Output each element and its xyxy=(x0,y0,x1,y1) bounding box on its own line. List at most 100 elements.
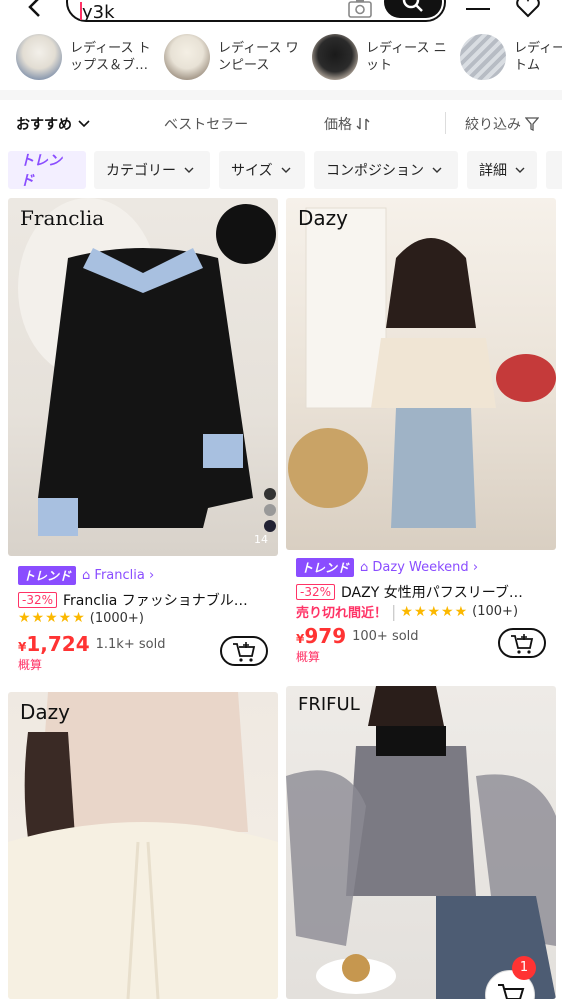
sold-count: 1.1k+ sold xyxy=(95,636,166,652)
separator xyxy=(445,112,446,134)
product-photo xyxy=(288,207,556,528)
estimate-row: 概算 xyxy=(296,648,320,665)
brand-watermark: FRIFUL xyxy=(298,694,360,715)
category-item[interactable]: レディー トム xyxy=(460,32,562,82)
section-divider xyxy=(0,90,562,100)
selling-out-label: 売り切れ間近！ xyxy=(296,606,388,621)
chip-label: コンポジション xyxy=(326,163,424,179)
sort-order-icon xyxy=(356,118,370,130)
chip-detail[interactable]: 詳細 xyxy=(467,151,537,189)
separator: | xyxy=(391,602,397,621)
chevron-down-icon xyxy=(78,120,90,128)
store-name: Dazy Weekend xyxy=(372,560,469,575)
category-thumbnail xyxy=(460,34,506,80)
add-to-cart-button[interactable] xyxy=(498,628,546,658)
category-item[interactable]: レディース ワ ンピース xyxy=(164,32,300,82)
back-arrow-icon[interactable] xyxy=(22,0,48,20)
store-link[interactable]: ⌂ Dazy Weekend › xyxy=(360,560,478,575)
category-thumbnail xyxy=(312,34,358,80)
product-image[interactable]: Franclia 14 xyxy=(8,198,278,556)
store-row: トレンド ⌂ Franclia › xyxy=(18,566,154,585)
brand-watermark: Dazy xyxy=(298,206,348,230)
price-row: ¥979 100+ sold xyxy=(296,624,419,648)
category-label: レディー トム xyxy=(514,41,562,73)
star-rating-icon: ★★★★★ xyxy=(18,610,86,626)
category-thumbnail xyxy=(164,34,210,80)
store-link[interactable]: ⌂ Franclia › xyxy=(82,568,154,583)
sold-count: 100+ sold xyxy=(352,628,419,644)
chip-trend[interactable]: トレンド xyxy=(8,151,86,189)
category-item[interactable]: レディース ト ップス＆ブ… xyxy=(16,32,152,82)
chip-more[interactable] xyxy=(546,151,562,189)
trend-badge: トレンド xyxy=(296,558,355,577)
estimate-row: 概算 xyxy=(18,656,42,673)
camera-icon[interactable] xyxy=(348,0,372,18)
chevron-down-icon xyxy=(432,167,442,173)
search-input[interactable]: y3k xyxy=(66,0,446,23)
product-card[interactable]: Dazy xyxy=(8,692,278,999)
top-bar: y3k xyxy=(0,0,562,28)
review-count: (1000+) xyxy=(89,610,144,626)
cart-add-icon xyxy=(511,634,534,654)
product-title[interactable]: Franclia ファッショナブル… xyxy=(63,590,248,610)
chip-label: 詳細 xyxy=(479,163,507,179)
cart-add-icon xyxy=(233,642,256,662)
chip-label: トレンド xyxy=(20,153,62,189)
product-image[interactable]: Dazy xyxy=(286,198,556,550)
sort-bestseller[interactable]: ベストセラー xyxy=(164,114,248,134)
price: ¥1,724 xyxy=(18,632,90,656)
chip-category[interactable]: カテゴリー xyxy=(94,151,210,189)
category-label: レディース ニ ット xyxy=(366,41,447,73)
list-view-icon[interactable] xyxy=(464,0,492,18)
search-button[interactable] xyxy=(384,0,442,18)
rating-row: 売り切れ間近！ | ★★★★★ (100+) xyxy=(296,602,518,621)
brand-watermark: Franclia xyxy=(20,206,105,230)
product-photo xyxy=(286,686,556,999)
product-card[interactable]: Franclia 14 トレンド ⌂ Franclia › -32% Franc… xyxy=(8,198,278,684)
estimate-label: 概算 xyxy=(296,650,321,664)
category-item[interactable]: レディース ニ ット xyxy=(312,32,448,82)
price-row: ¥1,724 1.1k+ sold xyxy=(18,632,165,656)
sort-price[interactable]: 価格 xyxy=(324,114,370,134)
product-image[interactable]: FRIFUL xyxy=(286,686,556,999)
store-icon: ⌂ xyxy=(82,568,95,583)
filter-funnel-icon xyxy=(525,117,539,131)
price: ¥979 xyxy=(296,624,346,648)
chip-label: カテゴリー xyxy=(106,163,176,179)
discount-badge: -32% xyxy=(18,592,58,608)
category-label: レディース ト ップス＆ブ… xyxy=(70,41,151,73)
category-thumbnail xyxy=(16,34,62,80)
estimate-label: 概算 xyxy=(18,658,43,672)
chevron-right-icon: › xyxy=(144,568,155,583)
sort-label: 価格 xyxy=(324,117,352,133)
review-count: (100+) xyxy=(472,604,519,619)
store-name: Franclia xyxy=(94,568,145,583)
store-row: トレンド ⌂ Dazy Weekend › xyxy=(296,558,478,577)
filter-chips: トレンド カテゴリー サイズ コンポジション 詳細 xyxy=(0,151,562,191)
wishlist-heart-icon[interactable] xyxy=(514,0,542,18)
add-to-cart-button[interactable] xyxy=(220,636,268,666)
price-value: 1,724 xyxy=(26,632,90,656)
sort-bar: おすすめ ベストセラー 価格 絞り込み xyxy=(0,100,562,146)
chip-size[interactable]: サイズ xyxy=(219,151,305,189)
product-card[interactable]: Dazy トレンド ⌂ Dazy Weekend › -32% DAZY 女性用… xyxy=(286,198,556,684)
sort-label: おすすめ xyxy=(16,117,72,133)
chevron-down-icon xyxy=(184,167,194,173)
color-count: 14 xyxy=(254,533,268,546)
trend-badge: トレンド xyxy=(18,566,77,585)
chip-composition[interactable]: コンポジション xyxy=(314,151,458,189)
category-label: レディース ワ ンピース xyxy=(218,41,299,73)
filter-button[interactable]: 絞り込み xyxy=(465,114,539,134)
chevron-down-icon xyxy=(281,167,291,173)
chevron-down-icon xyxy=(515,167,525,173)
sort-recommended[interactable]: おすすめ xyxy=(16,114,90,134)
product-title[interactable]: DAZY 女性用パフスリーブ… xyxy=(341,582,523,602)
search-query: y3k xyxy=(82,2,115,23)
title-row: -32% DAZY 女性用パフスリーブ… xyxy=(296,582,551,602)
product-image[interactable]: Dazy xyxy=(8,692,278,999)
discount-badge: -32% xyxy=(296,584,336,600)
product-card[interactable]: FRIFUL xyxy=(286,686,556,999)
star-rating-icon: ★★★★★ xyxy=(400,603,469,620)
cart-count-badge: 1 xyxy=(512,956,536,980)
sort-label: ベストセラー xyxy=(164,117,249,133)
